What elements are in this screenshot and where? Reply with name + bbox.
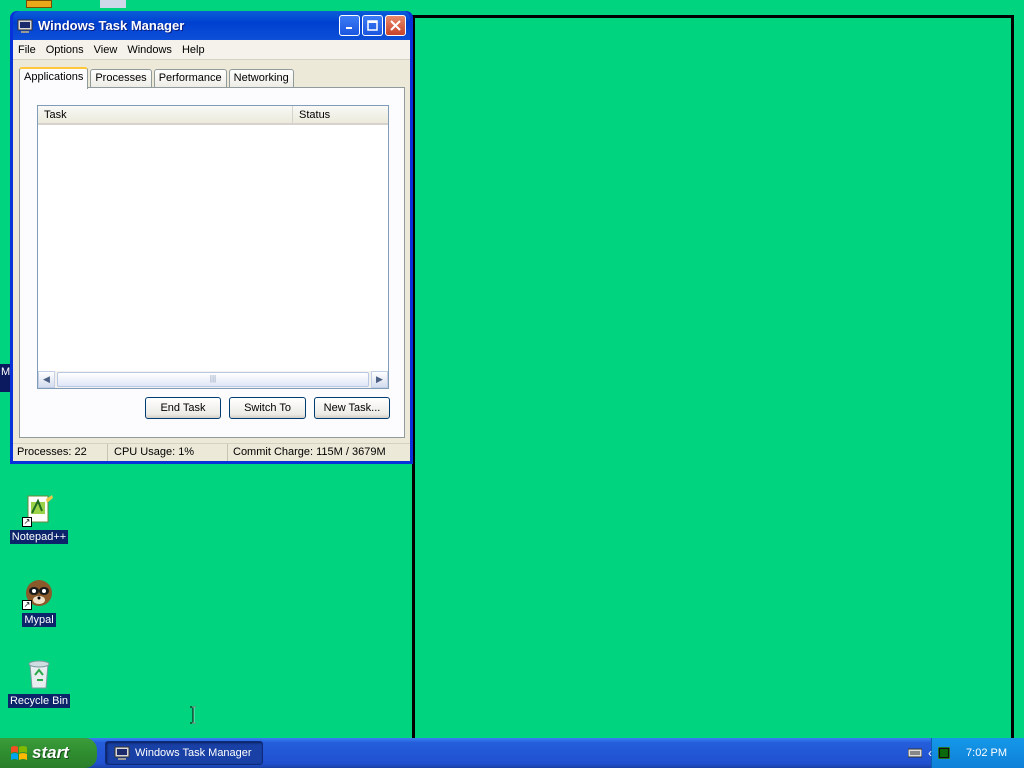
switch-to-button[interactable]: Switch To — [229, 397, 306, 419]
desktop-icon-label: Recycle Bin — [7, 694, 71, 708]
menu-bar: File Options View Windows Help — [13, 40, 410, 60]
mypal-icon: ↗ — [22, 576, 56, 610]
tab-strip: Applications Processes Performance Netwo… — [19, 67, 296, 89]
column-header-task[interactable]: Task — [38, 106, 293, 123]
close-button[interactable] — [385, 15, 406, 36]
start-label: start — [32, 743, 69, 762]
maximize-button[interactable] — [362, 15, 383, 36]
show-hidden-icons-chevron-icon[interactable]: ‹ — [928, 746, 932, 760]
task-list-header: Task Status — [38, 106, 388, 125]
scroll-left-icon[interactable]: ◀ — [38, 371, 55, 388]
desktop-icon-mypal[interactable]: ↗ Mypal — [7, 576, 71, 627]
start-button[interactable]: start — [0, 738, 97, 768]
taskbar-button-label: Windows Task Manager — [135, 747, 252, 759]
status-processes: Processes: 22 — [13, 444, 108, 461]
notepadpp-icon: ↗ — [22, 493, 56, 527]
scroll-right-icon[interactable]: ▶ — [371, 371, 388, 388]
maximize-icon — [367, 20, 378, 31]
task-manager-icon — [17, 18, 33, 34]
end-task-button[interactable]: End Task — [145, 397, 221, 419]
task-list[interactable]: Task Status ◀ ||| ▶ — [37, 105, 389, 389]
tab-performance[interactable]: Performance — [153, 69, 227, 88]
desktop-icon-partial-top-2[interactable] — [100, 0, 126, 8]
tab-processes[interactable]: Processes — [90, 69, 152, 88]
window-title: Windows Task Manager — [38, 18, 185, 33]
menu-view[interactable]: View — [89, 44, 123, 56]
tab-networking[interactable]: Networking — [228, 69, 294, 88]
scroll-thumb[interactable]: ||| — [57, 372, 369, 387]
desktop-icon-recycle-bin[interactable]: Recycle Bin — [7, 657, 71, 708]
task-manager-tray-icon[interactable] — [938, 747, 950, 759]
window-client: File Options View Windows Help Applicati… — [13, 40, 410, 461]
offscreen-window-label: M — [1, 366, 11, 378]
taskbar: start Windows Task Manager ‹ 7:02 PM — [0, 738, 1024, 768]
taskbar-button-task-manager[interactable]: Windows Task Manager — [105, 741, 263, 765]
desktop-icon-label: Notepad++ — [9, 530, 69, 544]
menu-windows[interactable]: Windows — [122, 44, 177, 56]
desktop-black-frame — [412, 15, 1014, 745]
horizontal-scrollbar[interactable]: ◀ ||| ▶ — [38, 371, 388, 388]
minimize-button[interactable] — [339, 15, 360, 36]
column-header-status[interactable]: Status — [293, 106, 388, 123]
status-cpu-usage: CPU Usage: 1% — [108, 444, 228, 461]
recycle-bin-icon — [22, 657, 56, 691]
desktop-icon-label: Mypal — [22, 613, 56, 627]
shortcut-arrow-icon: ↗ — [22, 600, 32, 610]
minimize-icon — [346, 27, 352, 29]
offscreen-window-edge[interactable]: M — [0, 364, 10, 392]
title-bar[interactable]: Windows Task Manager — [13, 11, 410, 40]
shortcut-arrow-icon: ↗ — [22, 517, 32, 527]
applications-panel: Task Status ◀ ||| ▶ End Task Switch To N… — [19, 87, 405, 438]
tab-applications[interactable]: Applications — [19, 67, 89, 89]
clock[interactable]: 7:02 PM — [966, 747, 1007, 759]
windows-logo-icon — [10, 744, 28, 762]
desktop-icon-notepadpp[interactable]: ↗ Notepad++ — [7, 493, 71, 544]
menu-help[interactable]: Help — [177, 44, 210, 56]
menu-file[interactable]: File — [13, 44, 41, 56]
close-icon — [390, 20, 401, 31]
menu-options[interactable]: Options — [41, 44, 89, 56]
task-manager-window: Windows Task Manager File Options View W… — [10, 11, 413, 464]
system-tray: ‹ 7:02 PM — [908, 738, 1024, 768]
status-bar: Processes: 22 CPU Usage: 1% Commit Charg… — [13, 443, 410, 461]
desktop-icon-partial-top-1[interactable] — [26, 0, 52, 8]
task-manager-icon — [114, 745, 130, 761]
ibeam-cursor-icon — [190, 706, 196, 724]
keyboard-icon[interactable] — [908, 748, 922, 758]
status-commit-charge: Commit Charge: 115M / 3679M — [233, 446, 386, 458]
new-task-button[interactable]: New Task... — [314, 397, 390, 419]
